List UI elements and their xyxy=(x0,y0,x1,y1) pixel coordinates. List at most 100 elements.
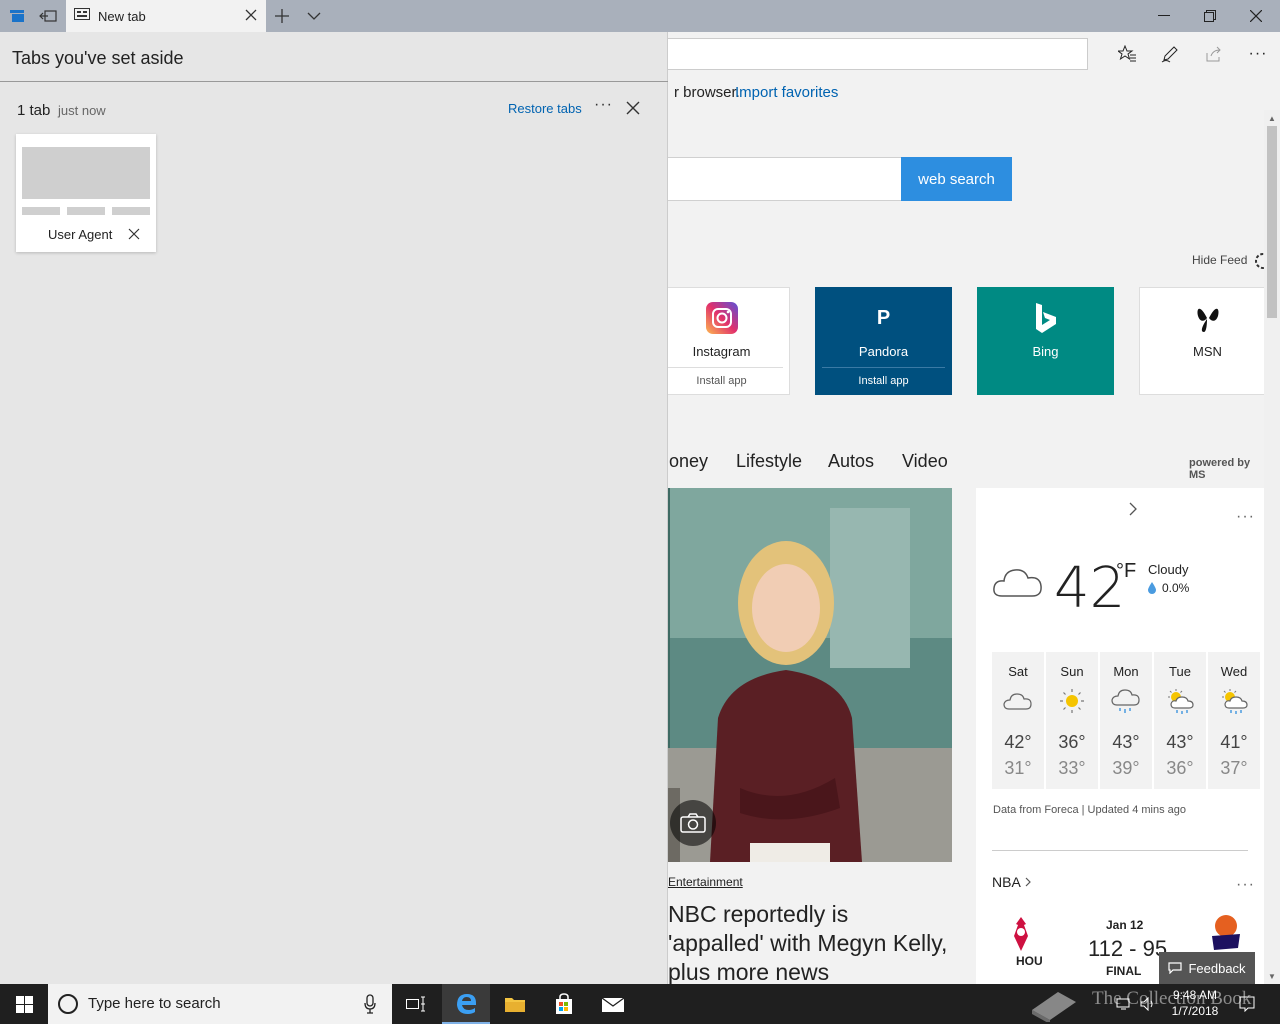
forecast-day[interactable]: Sat 42° 31° xyxy=(992,652,1044,789)
sunny-icon xyxy=(1046,688,1098,714)
tile-instagram[interactable]: Instagram Install app xyxy=(653,287,790,395)
story-category[interactable]: Entertainment xyxy=(668,875,743,889)
pandora-icon: P xyxy=(876,306,891,329)
game-score[interactable]: 112 - 95 xyxy=(1088,936,1167,962)
category-money[interactable]: oney xyxy=(669,451,708,472)
divider xyxy=(992,850,1248,851)
web-search-button[interactable]: web search xyxy=(901,157,1012,201)
forecast-day-name: Sat xyxy=(1008,664,1028,679)
tab-close-icon[interactable] xyxy=(244,8,258,27)
tab-group-count: 1 tab xyxy=(17,102,51,119)
tile-pandora[interactable]: P Pandora Install app xyxy=(815,287,952,395)
action-center-icon[interactable] xyxy=(1236,984,1258,1024)
hide-feed-link[interactable]: Hide Feed xyxy=(1192,253,1247,267)
tile-bing[interactable]: Bing xyxy=(977,287,1114,395)
msn-butterfly-icon xyxy=(1140,302,1264,334)
rain-icon xyxy=(1100,688,1152,716)
import-favorites-link[interactable]: Import favorites xyxy=(735,84,838,101)
tile-name: Pandora xyxy=(858,344,909,359)
tile-name: Instagram xyxy=(692,344,751,359)
category-autos[interactable]: Autos xyxy=(828,451,874,472)
microphone-icon[interactable] xyxy=(364,994,376,1019)
category-lifestyle[interactable]: Lifestyle xyxy=(736,451,802,472)
restore-tabs-link[interactable]: Restore tabs xyxy=(508,101,582,116)
bing-icon xyxy=(978,302,1113,334)
nba-title[interactable]: NBA xyxy=(992,874,1032,890)
page-scrollbar[interactable]: ▲ ▼ xyxy=(1264,110,1280,984)
scroll-down-icon[interactable]: ▼ xyxy=(1264,968,1280,984)
game-date: Jan 12 xyxy=(1106,918,1144,932)
tabs-aside-panel-icon[interactable] xyxy=(4,0,30,32)
restore-icon[interactable] xyxy=(1187,0,1233,32)
forecast-high: 43° xyxy=(1112,732,1140,752)
address-bar[interactable] xyxy=(600,38,1088,70)
forecast-low: 33° xyxy=(1058,758,1086,778)
mail-icon[interactable] xyxy=(589,984,637,1024)
scroll-up-icon[interactable]: ▲ xyxy=(1264,110,1280,126)
share-icon[interactable] xyxy=(1202,42,1226,66)
forecast-day-name: Sun xyxy=(1060,664,1084,679)
forecast-day[interactable]: Sun 36° 33° xyxy=(1046,652,1098,789)
tile-msn[interactable]: MSN xyxy=(1139,287,1264,395)
tile-name: Bing xyxy=(1032,344,1059,359)
weather-source: Data from Foreca | Updated 4 mins ago xyxy=(993,804,1187,816)
favorites-icon[interactable] xyxy=(1115,42,1139,66)
new-tab-icon[interactable] xyxy=(268,0,296,32)
aside-tab-thumbnail[interactable]: User Agent xyxy=(16,134,156,252)
forecast-low: 39° xyxy=(1112,758,1140,778)
feedback-button[interactable]: Feedback xyxy=(1159,952,1255,984)
taskbar-search-box[interactable]: Type here to search xyxy=(48,984,392,1024)
taskbar-search-placeholder: Type here to search xyxy=(88,995,221,1012)
scroll-thumb[interactable] xyxy=(1267,126,1277,318)
group-more-icon[interactable]: ··· xyxy=(594,96,613,114)
nba-more-icon[interactable]: ··· xyxy=(1236,876,1255,894)
weather-condition: Cloudy xyxy=(1148,562,1189,577)
set-tabs-aside-icon[interactable] xyxy=(34,0,62,32)
system-clock[interactable]: 9:48 AM 1/7/2018 xyxy=(1160,987,1230,1019)
forecast-day-name: Wed xyxy=(1220,664,1248,679)
favorites-bar-text: r browser. xyxy=(674,84,740,101)
forecast-high: 36° xyxy=(1058,732,1086,752)
thumbnail-bar xyxy=(112,207,150,215)
precipitation-value: 0.0% xyxy=(1162,581,1190,595)
store-icon[interactable] xyxy=(540,984,588,1024)
file-explorer-icon[interactable] xyxy=(491,984,539,1024)
windows-start-icon[interactable] xyxy=(0,984,48,1024)
temperature-unit[interactable]: °F xyxy=(1116,560,1136,583)
camera-icon[interactable] xyxy=(670,800,716,846)
rockets-logo-icon xyxy=(1006,916,1036,957)
chevron-right-icon[interactable] xyxy=(1128,502,1138,521)
install-app-label[interactable]: Install app xyxy=(822,367,945,394)
feedback-label: Feedback xyxy=(1188,960,1246,976)
thumbnail-preview xyxy=(22,147,150,199)
close-window-icon[interactable] xyxy=(1233,0,1279,32)
cloudy-icon xyxy=(992,688,1044,712)
tab-new-tab[interactable]: New tab xyxy=(66,0,266,32)
close-group-icon[interactable] xyxy=(626,101,640,120)
category-video[interactable]: Video xyxy=(902,451,948,472)
tab-preview-chevron-icon[interactable] xyxy=(300,0,328,32)
remove-tab-icon[interactable] xyxy=(128,227,140,245)
weather-more-icon[interactable]: ··· xyxy=(1236,508,1255,526)
pen-icon[interactable] xyxy=(1158,42,1182,66)
forecast-day[interactable]: Tue 43° 36° xyxy=(1154,652,1206,789)
forecast-day[interactable]: Mon 43° 39° xyxy=(1100,652,1152,789)
minimize-icon[interactable] xyxy=(1141,0,1187,32)
game-status: FINAL xyxy=(1106,964,1142,978)
network-icon[interactable] xyxy=(1112,984,1136,1024)
settings-more-icon[interactable]: ··· xyxy=(1246,42,1270,66)
divider xyxy=(0,81,668,82)
team-abbreviation: HOU xyxy=(1016,954,1043,968)
aside-tab-title: User Agent xyxy=(48,227,113,242)
install-app-label[interactable]: Install app xyxy=(660,367,783,394)
edge-icon[interactable] xyxy=(442,984,490,1024)
chevron-right-icon xyxy=(1025,877,1031,887)
thumbnail-bar xyxy=(22,207,60,215)
story-headline[interactable]: NBC reportedly is 'appalled' with Megyn … xyxy=(668,900,948,984)
volume-icon[interactable] xyxy=(1136,984,1160,1024)
clock-time: 9:48 AM xyxy=(1172,988,1218,1002)
forecast-day[interactable]: Wed 41° 37° xyxy=(1208,652,1260,789)
task-view-icon[interactable] xyxy=(392,984,440,1024)
gear-icon[interactable] xyxy=(1252,250,1264,277)
suns-logo-icon xyxy=(1208,912,1242,957)
